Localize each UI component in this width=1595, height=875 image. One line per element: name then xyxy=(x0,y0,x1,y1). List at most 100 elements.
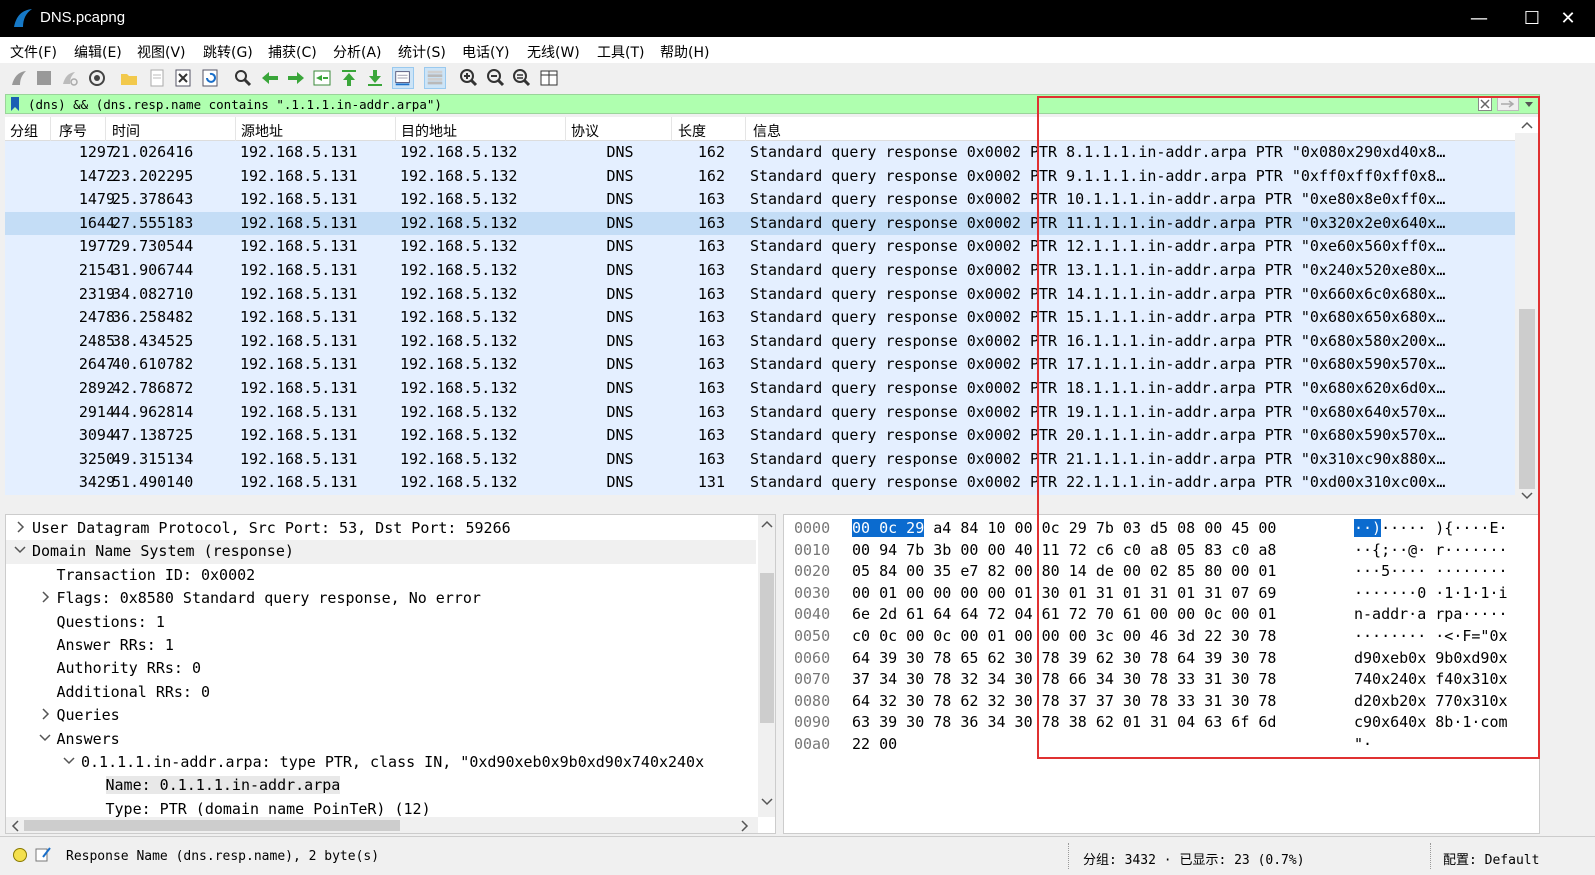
minimize-button[interactable]: — xyxy=(1453,0,1505,37)
hex-line[interactable]: 0050 c0 0c 00 0c 00 01 00 00 00 3c 00 46 … xyxy=(784,625,1539,647)
open-file-icon[interactable] xyxy=(118,67,140,89)
hex-bytes[interactable]: c0 0c 00 0c 00 01 00 00 00 3c 00 46 3d 2… xyxy=(852,627,1276,645)
display-filter-bar[interactable]: (dns) && (dns.resp.name contains ".1.1.1… xyxy=(5,94,1540,114)
packet-row[interactable]: 2647 40.610782 192.168.5.131 192.168.5.132 D… xyxy=(5,353,1515,377)
packet-row[interactable]: 3429 51.490140 192.168.5.131 192.168.5.132 D… xyxy=(5,471,1515,495)
menu-tools[interactable]: 工具(T) xyxy=(597,42,644,62)
last-packet-icon[interactable] xyxy=(364,67,386,89)
column-header-no[interactable]: 序号 xyxy=(59,121,87,141)
hex-bytes[interactable]: 64 39 30 78 65 62 30 78 39 62 30 78 64 3… xyxy=(852,649,1276,667)
menu-go[interactable]: 跳转(G) xyxy=(203,42,253,62)
hex-bytes[interactable]: 00 01 00 00 00 00 01 30 01 31 01 31 01 3… xyxy=(852,584,1276,602)
zoom-out-icon[interactable] xyxy=(485,67,507,89)
column-header-length[interactable]: 长度 xyxy=(678,121,706,141)
go-to-packet-icon[interactable] xyxy=(311,67,333,89)
packet-row[interactable]: 3250 49.315134 192.168.5.131 192.168.5.132 D… xyxy=(5,447,1515,472)
packet-row[interactable]: 2478 36.258482 192.168.5.131 192.168.5.132 D… xyxy=(5,306,1515,330)
tree-item[interactable]: Additional RRs: 0 xyxy=(6,681,756,704)
hex-ascii[interactable]: n-addr·a rpa····· xyxy=(1354,605,1508,623)
find-packet-icon[interactable] xyxy=(232,67,254,89)
menu-view[interactable]: 视图(V) xyxy=(137,42,186,62)
first-packet-icon[interactable] xyxy=(338,67,360,89)
colorize-icon[interactable] xyxy=(424,67,446,89)
packet-row[interactable]: 1644 27.555183 192.168.5.131 192.168.5.132 D… xyxy=(5,211,1515,236)
menu-telephony[interactable]: 电话(Y) xyxy=(462,42,509,62)
details-hscrollbar[interactable] xyxy=(6,817,758,833)
hex-line[interactable]: 0020 05 84 00 35 e7 82 00 80 14 de 00 02 … xyxy=(784,560,1539,582)
status-profile[interactable]: 配置: Default xyxy=(1443,849,1539,868)
hex-line[interactable]: 0000 00 0c 29 a4 84 10 00 0c 29 7b 03 d5 … xyxy=(784,517,1539,539)
tree-item[interactable]: Queries xyxy=(6,704,756,727)
menu-capture[interactable]: 捕获(C) xyxy=(268,42,317,62)
packet-row[interactable]: 2914 44.962814 192.168.5.131 192.168.5.132 D… xyxy=(5,400,1515,425)
packet-row[interactable]: 1297 21.026416 192.168.5.131 192.168.5.132 D… xyxy=(5,141,1515,165)
tree-item[interactable]: Answer RRs: 1 xyxy=(6,634,756,657)
hex-line[interactable]: 0010 00 94 7b 3b 00 00 40 11 72 c6 c0 a8 … xyxy=(784,539,1539,561)
column-header-source[interactable]: 源地址 xyxy=(241,121,283,141)
expert-info-icon[interactable] xyxy=(12,847,28,863)
hex-bytes[interactable]: 64 32 30 78 62 32 30 78 37 37 30 78 33 3… xyxy=(852,692,1276,710)
go-back-icon[interactable] xyxy=(259,67,281,89)
hex-line[interactable]: 0060 64 39 30 78 65 62 30 78 39 62 30 78 … xyxy=(784,647,1539,669)
bookmark-icon[interactable] xyxy=(10,97,20,111)
hex-line[interactable]: 00a0 22 00 "· xyxy=(784,733,1539,755)
scroll-up-icon[interactable] xyxy=(761,519,773,529)
hex-line[interactable]: 0090 63 39 30 78 36 34 30 78 38 62 01 31 … xyxy=(784,711,1539,733)
tree-item[interactable]: Flags: 0x8580 Standard query response, N… xyxy=(6,587,756,610)
display-filter-input[interactable]: (dns) && (dns.resp.name contains ".1.1.1… xyxy=(28,97,442,112)
auto-scroll-icon[interactable] xyxy=(392,67,414,89)
scroll-down-icon[interactable] xyxy=(761,797,773,807)
close-button[interactable]: ✕ xyxy=(1542,0,1594,37)
filter-history-icon[interactable] xyxy=(1523,97,1535,111)
restart-capture-icon[interactable] xyxy=(58,67,80,89)
expand-arrow-icon[interactable] xyxy=(39,590,51,604)
go-forward-icon[interactable] xyxy=(285,67,307,89)
expand-arrow-icon[interactable] xyxy=(39,707,51,721)
hex-bytes[interactable]: 63 39 30 78 36 34 30 78 38 62 01 31 04 6… xyxy=(852,713,1276,731)
scroll-up-icon[interactable] xyxy=(1521,120,1533,130)
reload-file-icon[interactable] xyxy=(199,67,221,89)
hex-ascii[interactable]: ···5···· ········ xyxy=(1354,562,1508,580)
hex-bytes[interactable]: 6e 2d 61 64 64 72 04 61 72 70 61 00 00 0… xyxy=(852,605,1276,623)
tree-item[interactable]: Authority RRs: 0 xyxy=(6,657,756,680)
tree-item[interactable]: Answers xyxy=(6,728,756,751)
packet-row[interactable]: 1977 29.730544 192.168.5.131 192.168.5.132 D… xyxy=(5,235,1515,259)
packet-row[interactable]: 2892 42.786872 192.168.5.131 192.168.5.132 D… xyxy=(5,377,1515,401)
stop-capture-icon[interactable] xyxy=(33,67,55,89)
hex-bytes[interactable]: 05 84 00 35 e7 82 00 80 14 de 00 02 85 8… xyxy=(852,562,1276,580)
packet-row[interactable]: 3094 47.138725 192.168.5.131 192.168.5.132 D… xyxy=(5,424,1515,448)
hex-ascii[interactable]: d20xb20x 770x310x xyxy=(1354,692,1508,710)
menu-analyze[interactable]: 分析(A) xyxy=(333,42,382,62)
packet-list-hscrollbar[interactable] xyxy=(5,495,1515,507)
tree-item[interactable]: Transaction ID: 0x0002 xyxy=(6,564,756,587)
hex-bytes[interactable]: 37 34 30 78 32 34 30 78 66 34 30 78 33 3… xyxy=(852,670,1276,688)
tree-item[interactable]: 0.1.1.1.in-addr.arpa: type PTR, class IN… xyxy=(6,751,756,774)
packet-row[interactable]: 2485 38.434525 192.168.5.131 192.168.5.132 D… xyxy=(5,329,1515,354)
hex-line[interactable]: 0080 64 32 30 78 62 32 30 78 37 37 30 78 … xyxy=(784,690,1539,712)
hex-bytes[interactable]: 00 0c 29 a4 84 10 00 0c 29 7b 03 d5 08 0… xyxy=(852,519,1276,537)
close-file-icon[interactable] xyxy=(172,67,194,89)
tree-item[interactable]: Name: 0.1.1.1.in-addr.arpa xyxy=(6,774,756,797)
scroll-thumb[interactable] xyxy=(760,573,774,723)
menu-help[interactable]: 帮助(H) xyxy=(660,42,709,62)
tree-item[interactable]: Domain Name System (response) xyxy=(6,540,756,564)
hex-line[interactable]: 0040 6e 2d 61 64 64 72 04 61 72 70 61 00 … xyxy=(784,603,1539,625)
hex-ascii[interactable]: d90xeb0x 9b0xd90x xyxy=(1354,649,1508,667)
expand-arrow-icon[interactable] xyxy=(14,520,26,534)
scroll-down-icon[interactable] xyxy=(1521,491,1533,501)
hex-line[interactable]: 0070 37 34 30 78 32 34 30 78 66 34 30 78 … xyxy=(784,668,1539,690)
collapse-arrow-icon[interactable] xyxy=(38,731,51,745)
packet-row[interactable]: 2319 34.082710 192.168.5.131 192.168.5.132 D… xyxy=(5,282,1515,307)
scroll-thumb[interactable] xyxy=(24,820,400,831)
zoom-in-icon[interactable] xyxy=(458,67,480,89)
column-header-time[interactable]: 时间 xyxy=(112,121,140,141)
collapse-arrow-icon[interactable] xyxy=(14,543,26,557)
hex-ascii[interactable]: 740x240x f40x310x xyxy=(1354,670,1508,688)
apply-filter-icon[interactable] xyxy=(1497,97,1519,111)
menu-statistics[interactable]: 统计(S) xyxy=(398,42,446,62)
hex-ascii[interactable]: c90x640x 8b·1·com xyxy=(1354,713,1508,731)
scroll-thumb[interactable] xyxy=(1519,309,1535,489)
hex-bytes[interactable]: 22 00 xyxy=(852,735,897,753)
hex-ascii[interactable]: ··{;··@· r······· xyxy=(1354,541,1508,559)
column-header-info[interactable]: 信息 xyxy=(753,121,781,141)
